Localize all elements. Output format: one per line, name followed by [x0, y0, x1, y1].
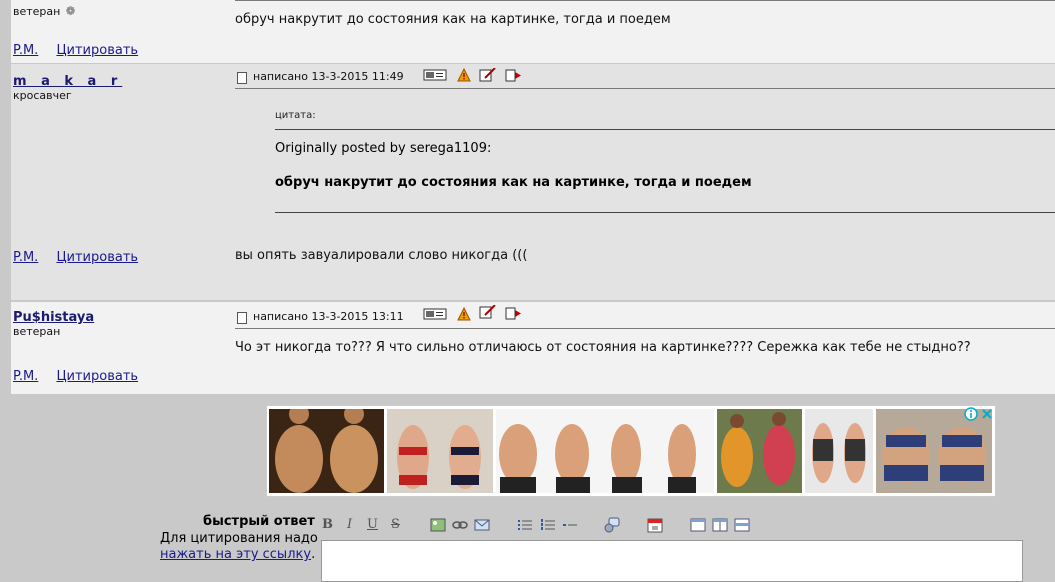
post-header: написано 13-3-2015 11:49 [235, 66, 1055, 89]
calendar-icon[interactable] [647, 517, 663, 533]
quote-label: цитата: [275, 110, 316, 121]
smiley-icon[interactable] [604, 517, 620, 533]
warn-icon[interactable] [457, 68, 471, 82]
reply-icon[interactable] [505, 306, 523, 320]
strike-button[interactable]: S [391, 517, 400, 533]
quote-bottom-line [275, 212, 1055, 213]
quote-hint-dot: . [311, 547, 316, 562]
post-header: написано 13-3-2015 13:11 [235, 304, 1055, 329]
author-block: m a k a r кросавчег [13, 70, 122, 102]
author-name[interactable]: Pu$histaya [13, 310, 94, 325]
post-1: ветеран ❁ обруч накрутит до состояния ка… [11, 0, 1055, 63]
pm-link[interactable]: P.M. [13, 369, 38, 384]
edit-icon[interactable] [479, 305, 497, 319]
quote-link[interactable]: Цитировать [56, 369, 138, 384]
post-actions: P.M. Цитировать [13, 369, 152, 384]
link-icon[interactable] [452, 517, 468, 533]
close-icon[interactable] [980, 407, 994, 421]
bold-button[interactable]: B [322, 517, 333, 533]
author-name[interactable]: m a k a r [13, 74, 122, 89]
email-icon[interactable] [474, 517, 490, 533]
profile-icon[interactable] [423, 68, 447, 82]
reply-textarea[interactable] [321, 540, 1023, 582]
edit-icon[interactable] [479, 68, 497, 82]
underline-button[interactable]: U [367, 517, 378, 533]
ad-image-muscle[interactable] [269, 409, 384, 493]
italic-button[interactable]: I [347, 517, 352, 533]
author-rank: ветеран [13, 325, 61, 338]
table-icon[interactable] [690, 517, 706, 533]
settings-gear-icon: ❁ [65, 4, 76, 18]
image-icon[interactable] [430, 517, 446, 533]
reply-icon[interactable] [505, 68, 523, 82]
quote-link[interactable]: Цитировать [56, 43, 138, 58]
post-body: вы опять завуалировали слово никогда ((( [235, 248, 528, 263]
columns-icon[interactable] [712, 517, 728, 533]
post-2: m a k a r кросавчег написано 13-3-2015 1… [11, 64, 1055, 300]
quote-link[interactable]: Цитировать [56, 250, 138, 265]
adchoices-icon[interactable] [964, 407, 978, 421]
quote-source: Originally posted by serega1109: [275, 141, 492, 156]
post-date: написано 13-3-2015 13:11 [253, 310, 404, 323]
post-header [235, 0, 1055, 1]
list-item-icon[interactable] [562, 517, 578, 533]
ad-banner[interactable] [266, 405, 996, 497]
author-block: ветеран ❁ [13, 0, 76, 19]
ad-image-underwear[interactable] [805, 409, 873, 493]
profile-icon[interactable] [423, 307, 447, 321]
author-block: Pu$histaya ветеран [13, 306, 94, 338]
ad-image-weightloss[interactable] [717, 409, 802, 493]
quote-hint-link-row: нажать на эту ссылку. [160, 547, 315, 562]
pm-link[interactable]: P.M. [13, 250, 38, 265]
ad-image-belly[interactable] [496, 409, 714, 493]
bullet-list-icon[interactable] [517, 517, 533, 533]
post-body: Чо эт никогда то??? Я что сильно отличаю… [235, 340, 971, 355]
post-3: Pu$histaya ветеран написано 13-3-2015 13… [11, 302, 1055, 394]
quick-reply-title: быстрый ответ [203, 514, 315, 529]
quote-text: обруч накрутит до состояния как на карти… [275, 175, 752, 190]
author-rank: кросавчег [13, 89, 72, 102]
quote-hint-link[interactable]: нажать на эту ссылку [160, 547, 311, 562]
post-date: написано 13-3-2015 11:49 [253, 70, 404, 83]
author-rank: ветеран [13, 5, 61, 18]
ad-image-lingerie[interactable] [876, 409, 992, 493]
row-icon[interactable] [734, 517, 750, 533]
quote-top-line [275, 129, 1055, 130]
post-doc-icon [237, 72, 247, 84]
pm-link[interactable]: P.M. [13, 43, 38, 58]
post-actions: P.M. Цитировать [13, 250, 152, 265]
post-actions: P.M. Цитировать [13, 43, 152, 58]
warn-icon[interactable] [457, 307, 471, 321]
quote-hint: Для цитирования надо [160, 531, 318, 546]
ad-image-bikini[interactable] [387, 409, 493, 493]
post-doc-icon [237, 312, 247, 324]
post-body: обруч накрутит до состояния как на карти… [235, 12, 671, 27]
numbered-list-icon[interactable] [540, 517, 556, 533]
